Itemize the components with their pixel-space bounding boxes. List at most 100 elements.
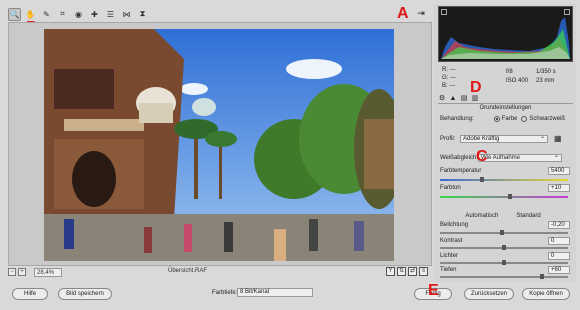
tab-detail-icon[interactable]: ▤ [460,95,468,103]
tint-slider-thumb[interactable] [508,194,512,199]
aperture: f/8 [506,69,513,75]
temperature-slider[interactable] [440,177,568,182]
highlights-label: Lichter [440,253,459,259]
adjustments-panel: R: --- G: --- B: --- f/8 1/350 s ISO 400 2… [434,4,576,282]
highlight-clipping-icon[interactable] [564,9,570,15]
exif-info: f/8 1/350 s ISO 400 23 mm [506,68,556,86]
depth-label: Farbtiefe: [212,290,238,296]
before-after-icon[interactable]: ⇅ [397,267,406,276]
shadow-clipping-icon[interactable] [441,9,447,15]
profile-row: Profil: Adobe Kräftig ▦ [440,134,572,144]
depth-select[interactable]: 8 Bit/Kanal [237,288,313,297]
marker-e: E [428,282,439,299]
auto-link[interactable]: Automatisch [465,213,498,219]
preview-area[interactable] [8,22,432,266]
profile-browser-icon[interactable]: ▦ [554,134,562,143]
rgb-readout: R: --- G: --- B: --- [442,66,456,90]
file-name: Übersicht.RAF [168,268,208,274]
tint-label: Farbton [440,185,461,191]
view-toggle-y-button[interactable]: Y [386,267,395,276]
shadows-slider-thumb[interactable] [540,274,544,279]
g-label: G: [442,75,449,81]
contrast-row: Kontrast 0 [440,237,572,245]
tab-tone-curve-icon[interactable]: ▲ [449,95,457,103]
tint-row: Farbton +10 [440,184,572,192]
contrast-slider-thumb[interactable] [502,245,506,250]
temperature-row: Farbtemperatur 5400 [440,167,572,175]
exposure-input[interactable]: -0,20 [548,221,570,229]
hourglass-icon[interactable]: ⧗ [136,8,149,21]
focal-length: 23 mm [536,78,555,84]
treatment-color-label: Farbe [501,116,518,122]
r-value: --- [449,67,456,73]
treatment-color-radio[interactable] [493,116,500,122]
shutter-speed: 1/350 s [536,69,556,75]
temperature-slider-thumb[interactable] [480,177,484,182]
highlights-input[interactable]: 0 [548,252,570,260]
settings-list-icon[interactable]: ≡ [419,267,428,276]
profile-select[interactable]: Adobe Kräftig [460,134,548,143]
default-link[interactable]: Standard [516,213,540,219]
exposure-slider-thumb[interactable] [500,230,504,235]
r-label: R: [442,67,448,73]
shadows-input[interactable]: +60 [548,266,570,274]
exposure-slider[interactable] [440,230,568,235]
contrast-slider[interactable] [440,245,568,250]
white-balance-row: Weißabgleich: Wie Aufnahme [440,153,572,162]
shadows-label: Tiefen [440,267,457,273]
list-icon[interactable]: ☰ [104,8,117,21]
panel-tabs: ⚙ ▲ ▤ ▥ [438,94,573,104]
spot-heal-icon[interactable]: ✚ [88,8,101,21]
help-button[interactable]: Hilfe [12,288,48,300]
white-balance-select[interactable]: Wie Aufnahme [478,153,562,162]
histogram [438,6,573,62]
highlights-slider[interactable] [440,260,568,265]
contrast-label: Kontrast [440,238,463,244]
view-controls: Y ⇅ ⇄ ≡ [386,267,428,276]
transform-icon[interactable]: ⋈ [120,8,133,21]
open-copy-button[interactable]: Kopie öffnen [522,288,570,300]
contrast-input[interactable]: 0 [548,237,570,245]
redeye-icon[interactable]: ◉ [72,8,85,21]
tint-slider[interactable] [440,194,568,199]
treatment-row: Behandlung: Farbe Schwarzweiß [440,116,572,122]
tab-basic-icon[interactable]: ⚙ [438,95,446,103]
temperature-input[interactable]: 5400 [548,167,570,175]
export-icon[interactable]: ⇥ [415,7,427,19]
zoom-icon[interactable]: 🔍 [8,7,21,21]
profile-label: Profil: [440,135,456,142]
camera-raw-window: 🔍 ✋ ✎ ⌗ ◉ ✚ ☰ ⋈ ⧗ ⇥ A B [0,0,580,310]
photo-preview[interactable] [44,29,394,261]
treatment-bw-radio[interactable] [521,116,528,122]
marker-a: A [397,5,409,22]
zoom-in-button[interactable]: + [18,268,26,276]
treatment-label: Behandlung: [440,116,474,122]
b-label: B: [442,83,448,89]
section-title: Grundeinstellungen [479,105,532,111]
status-bar: − + 28,4% Übersicht.RAF Y ⇅ ⇄ ≡ [8,266,432,278]
crop-icon[interactable]: ⌗ [56,8,69,21]
shadows-slider[interactable] [440,274,568,279]
marker-d: D [470,79,482,96]
zoom-level-select[interactable]: 28,4% [34,267,62,277]
highlights-row: Lichter 0 [440,252,572,260]
b-value: --- [449,83,456,89]
swap-icon[interactable]: ⇄ [408,267,417,276]
zoom-out-button[interactable]: − [8,268,16,276]
reset-button[interactable]: Zurücksetzen [464,288,514,300]
eyedropper-icon[interactable]: ✎ [40,8,53,21]
g-value: --- [450,75,457,81]
highlights-slider-thumb[interactable] [502,260,506,265]
temperature-label: Farbtemperatur [440,168,482,174]
shadows-row: Tiefen +60 [440,266,572,274]
toolbar: 🔍 ✋ ✎ ⌗ ◉ ✚ ☰ ⋈ ⧗ [8,6,428,22]
white-balance-label: Weißabgleich: [440,155,478,161]
save-image-button[interactable]: Bild speichern [58,288,112,300]
tint-input[interactable]: +10 [548,184,570,192]
auto-default-links: Automatisch Standard [440,213,566,219]
histogram-graph [441,17,570,59]
exposure-label: Belichtung [440,222,469,228]
marker-c: C [476,148,488,165]
treatment-bw-label: Schwarzweiß [529,116,566,122]
exposure-row: Belichtung -0,20 [440,221,572,229]
